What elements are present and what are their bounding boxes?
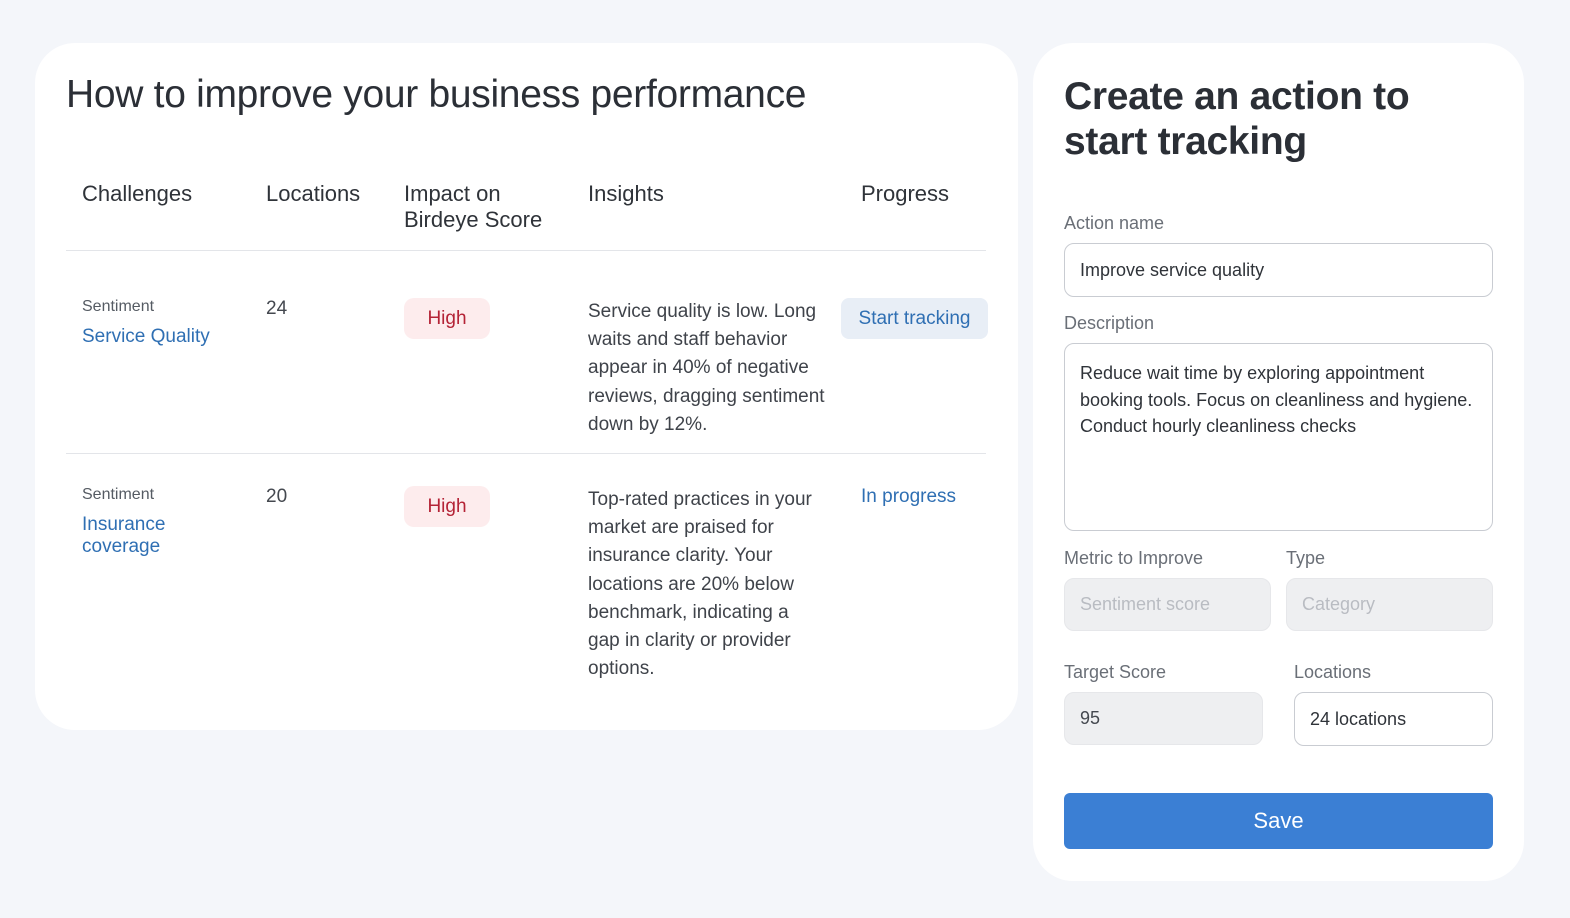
insights-card: How to improve your business performance… <box>35 43 1018 730</box>
save-button[interactable]: Save <box>1064 793 1493 849</box>
description-textarea[interactable]: Reduce wait time by exploring appointmen… <box>1064 343 1493 531</box>
column-header-insights: Insights <box>588 181 664 206</box>
column-header-impact: Impact on Birdeye Score <box>404 181 543 232</box>
metric-label: Metric to Improve <box>1064 548 1204 568</box>
locations-count: 24 <box>266 298 288 319</box>
challenge-link-insurance-coverage[interactable]: Insurance coverage <box>82 514 192 558</box>
action-form-card: Create an action to start tracking Actio… <box>1033 43 1524 881</box>
column-header-locations: Locations <box>266 181 361 206</box>
action-name-label: Action name <box>1064 213 1165 233</box>
header-divider <box>66 250 986 251</box>
type-input[interactable] <box>1286 578 1493 631</box>
challenge-link-service-quality[interactable]: Service Quality <box>82 326 210 348</box>
type-label: Type <box>1286 548 1326 568</box>
in-progress-link[interactable]: In progress <box>861 486 956 508</box>
start-tracking-button[interactable]: Start tracking <box>841 298 988 339</box>
insight-text: Service quality is low. Long waits and s… <box>588 301 825 435</box>
locations-count: 20 <box>266 486 288 507</box>
column-header-challenges: Challenges <box>82 181 193 206</box>
locations-label: Locations <box>1294 662 1372 682</box>
target-score-label: Target Score <box>1064 662 1167 682</box>
action-name-input[interactable] <box>1064 243 1493 297</box>
insight-text: Top-rated practices in your market are p… <box>588 489 812 680</box>
impact-badge: High <box>404 298 490 339</box>
column-header-progress: Progress <box>861 181 950 206</box>
challenge-category: Sentiment <box>82 486 155 503</box>
challenge-category: Sentiment <box>82 298 155 315</box>
impact-badge: High <box>404 486 490 527</box>
page-title: How to improve your business performance <box>66 73 807 116</box>
locations-input[interactable] <box>1294 692 1493 746</box>
target-score-input[interactable] <box>1064 692 1263 745</box>
description-label: Description <box>1064 313 1155 333</box>
form-title: Create an action to start tracking <box>1064 75 1410 163</box>
metric-input[interactable] <box>1064 578 1271 631</box>
row-divider <box>66 453 986 454</box>
